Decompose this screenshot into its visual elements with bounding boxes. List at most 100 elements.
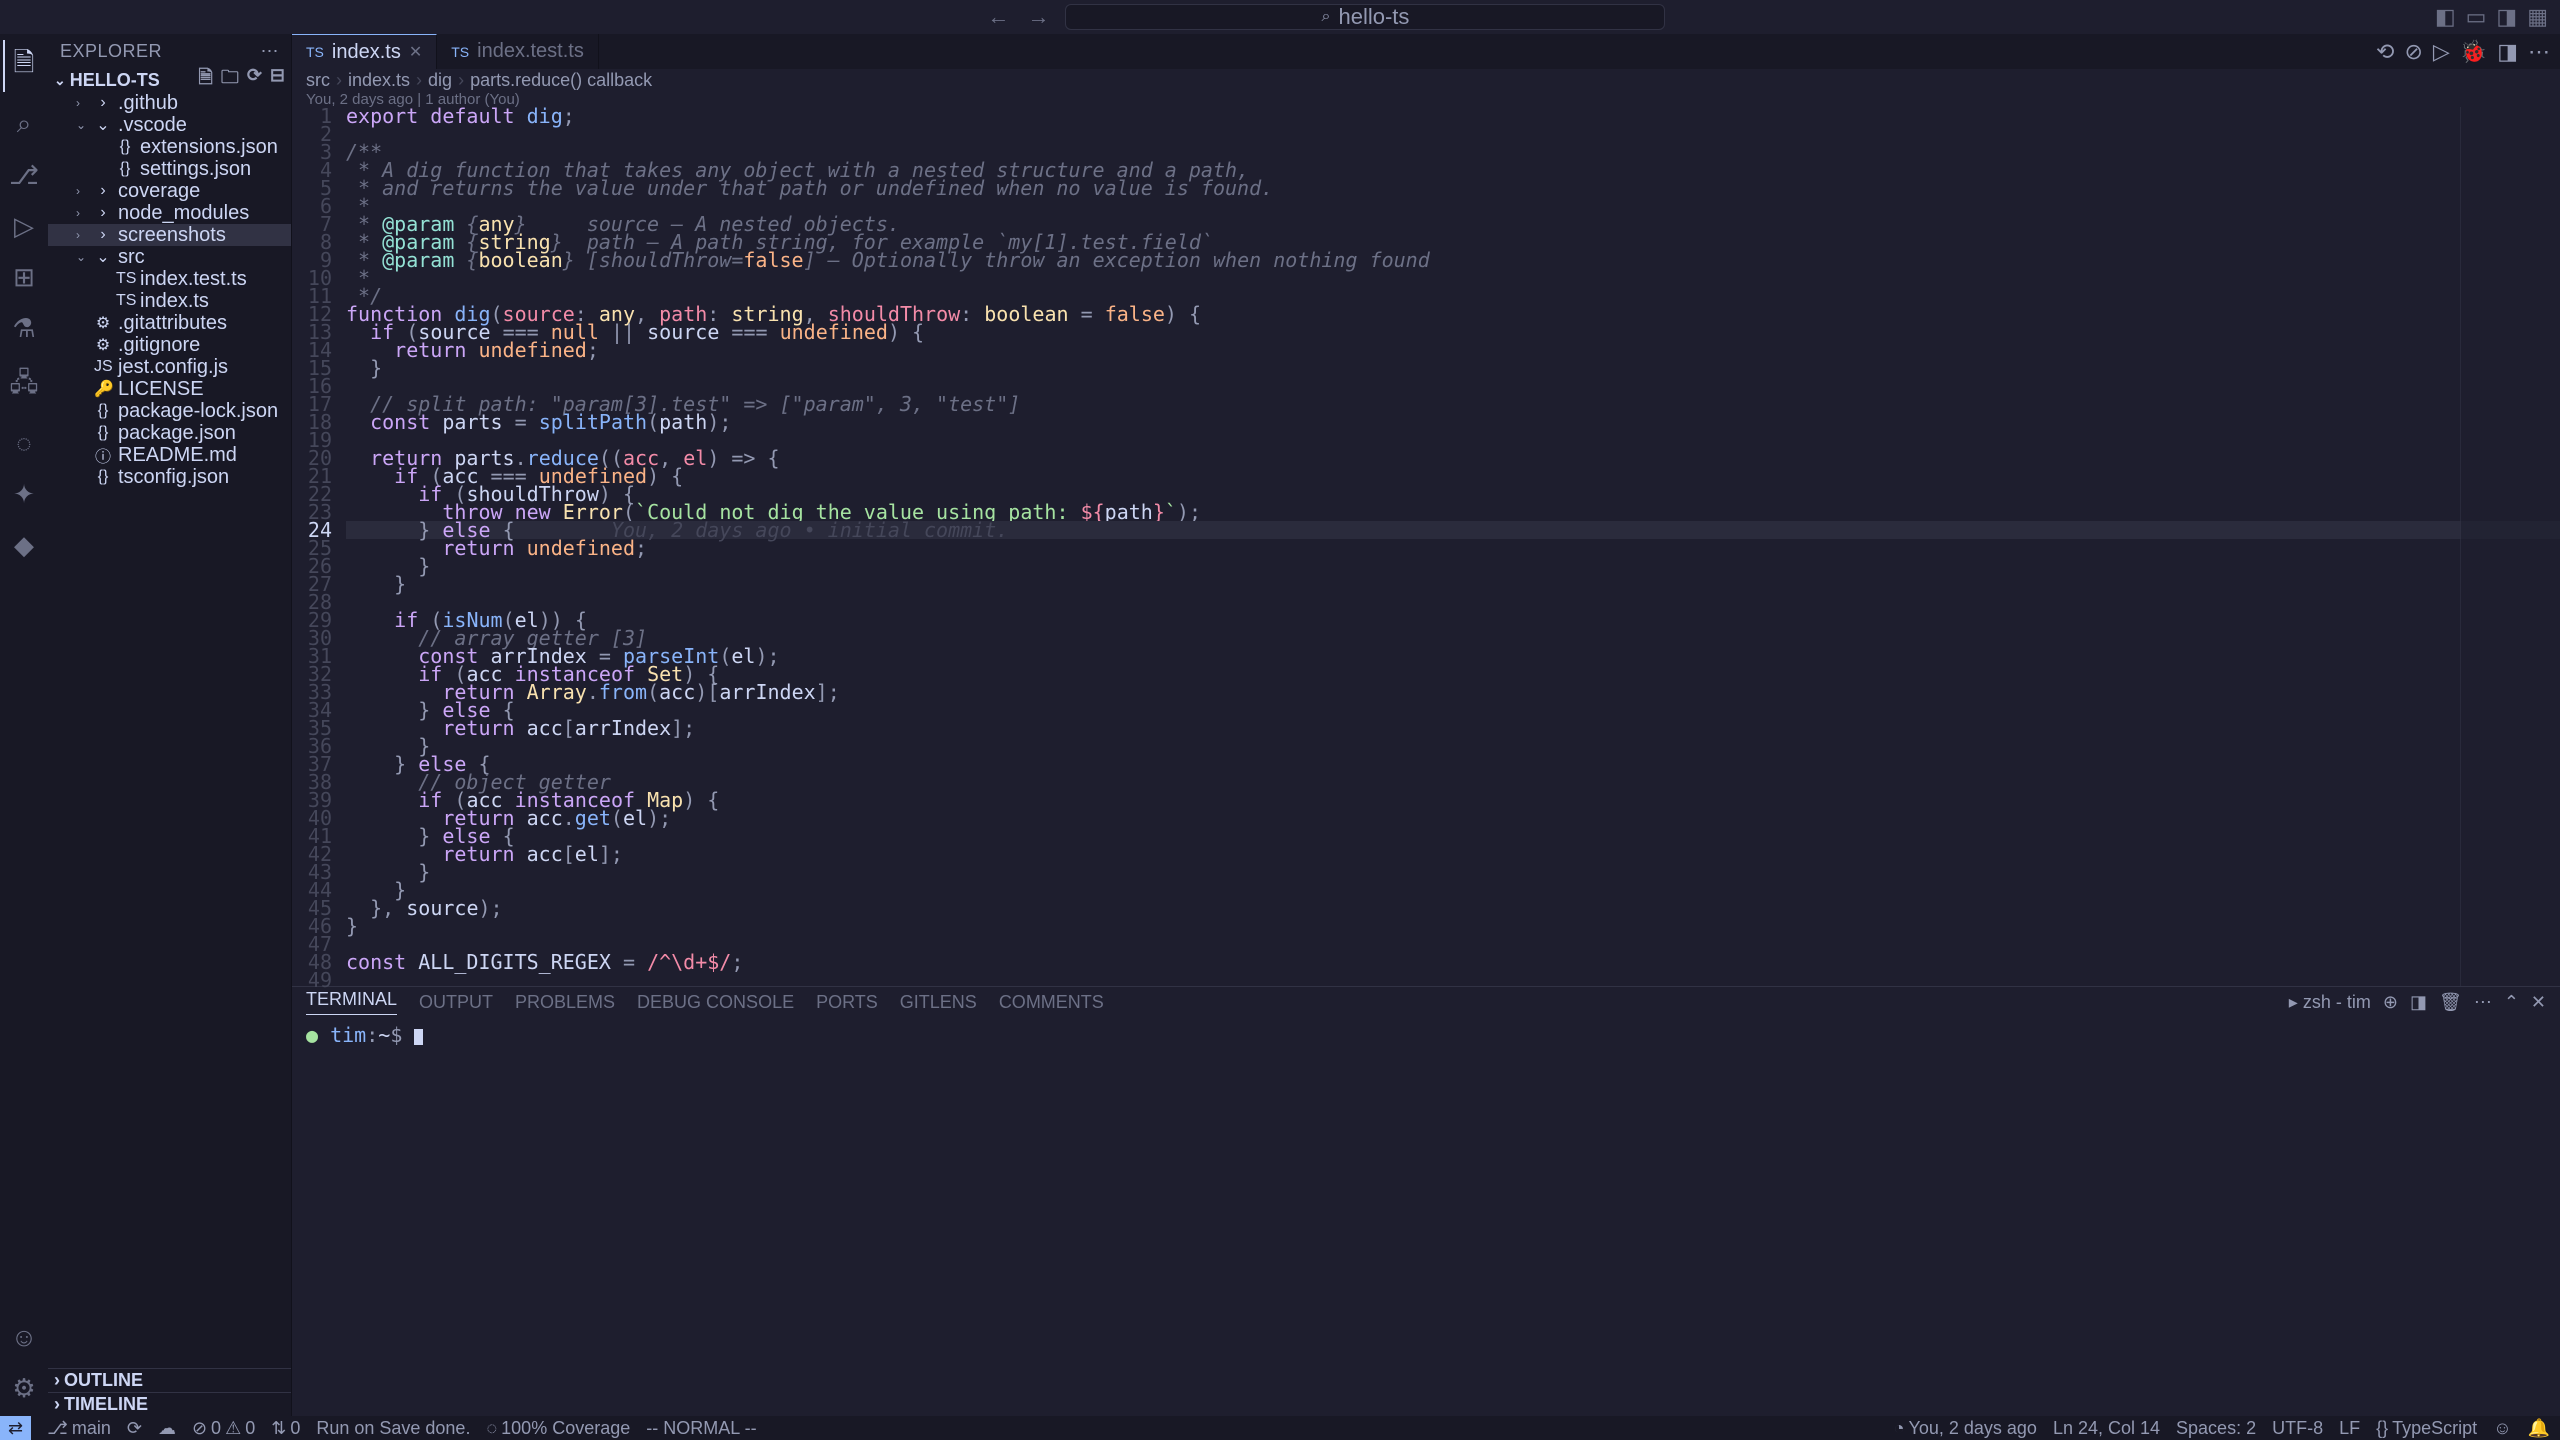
compare-icon[interactable]: ⟲: [2376, 39, 2394, 65]
code-line[interactable]: * and returns the value under that path …: [346, 179, 2560, 197]
tree-item-settings-json[interactable]: {}settings.json: [48, 158, 291, 180]
code-line[interactable]: if (source === null || source === undefi…: [346, 323, 2560, 341]
code-line[interactable]: }, source);: [346, 899, 2560, 917]
panel-tab-output[interactable]: OUTPUT: [419, 992, 493, 1013]
extensions-icon[interactable]: ⊞: [13, 262, 35, 293]
tree-item--gitignore[interactable]: ⚙.gitignore: [48, 334, 291, 356]
close-tab-icon[interactable]: ✕: [409, 42, 422, 62]
indentation[interactable]: Spaces: 2: [2176, 1418, 2256, 1439]
code-line[interactable]: } else {: [346, 755, 2560, 773]
code-line[interactable]: }: [346, 863, 2560, 881]
tree-item-screenshots[interactable]: ››screenshots: [48, 224, 291, 246]
nav-back-icon[interactable]: ←: [981, 4, 1015, 29]
code-line[interactable]: }: [346, 575, 2560, 593]
breadcrumb-segment[interactable]: index.ts: [348, 70, 410, 91]
close-panel-icon[interactable]: ✕: [2531, 992, 2546, 1013]
command-center[interactable]: ⌕ hello-ts: [1065, 4, 1665, 30]
tree-item-package-json[interactable]: {}package.json: [48, 422, 291, 444]
code-line[interactable]: [346, 125, 2560, 143]
outline-section[interactable]: › OUTLINE: [48, 1368, 291, 1392]
tree-item-jest-config-js[interactable]: JSjest.config.js: [48, 356, 291, 378]
sync-icon[interactable]: ⟳: [127, 1418, 142, 1439]
maximize-icon[interactable]: ⌃: [2504, 992, 2519, 1013]
code-line[interactable]: [346, 593, 2560, 611]
coverage-status[interactable]: ◌ 100% Coverage: [486, 1418, 630, 1439]
line-blame[interactable]: ◔ You, 2 days ago: [1894, 1418, 2037, 1439]
cursor-position[interactable]: Ln 24, Col 14: [2053, 1418, 2160, 1439]
terminal-shell-label[interactable]: ▸ zsh - tim: [2289, 992, 2371, 1013]
panel-tab-debug-console[interactable]: DEBUG CONSOLE: [637, 992, 794, 1013]
code-line[interactable]: const ALL_DIGITS_REGEX = /^\d+$/;: [346, 953, 2560, 971]
panel-tab-terminal[interactable]: TERMINAL: [306, 989, 397, 1015]
new-file-icon[interactable]: 🗎: [198, 65, 212, 95]
code-line[interactable]: export default dig;: [346, 107, 2560, 125]
nav-forward-icon[interactable]: →: [1021, 4, 1055, 29]
remote-explorer-icon[interactable]: 🖧: [10, 364, 39, 408]
new-terminal-icon[interactable]: ⊕: [2383, 992, 2398, 1013]
toggle-primary-sidebar-icon[interactable]: ◧: [2435, 4, 2456, 30]
code-line[interactable]: 💡 } else { You, 2 days ago • initial com…: [346, 521, 2560, 539]
run-debug-icon[interactable]: ▷: [14, 211, 34, 242]
code-editor[interactable]: 1234567891011121314151617181920212223242…: [292, 107, 2560, 986]
collapse-all-icon[interactable]: ⊟: [270, 65, 285, 95]
github-icon[interactable]: ◌: [16, 428, 31, 459]
panel-tab-comments[interactable]: COMMENTS: [999, 992, 1104, 1013]
tree-item-extensions-json[interactable]: {}extensions.json: [48, 136, 291, 158]
project-header[interactable]: ⌄ HELLO-TS 🗎 🗀 ⟳ ⊟: [48, 68, 291, 92]
breadcrumb-segment[interactable]: src: [306, 70, 330, 91]
encoding[interactable]: UTF-8: [2272, 1418, 2323, 1439]
tree-item-package-lock-json[interactable]: {}package-lock.json: [48, 400, 291, 422]
gitlens-icon[interactable]: ✦: [13, 479, 35, 510]
tree-item-readme-md[interactable]: ⓘREADME.md: [48, 444, 291, 466]
new-folder-icon[interactable]: 🗀: [221, 65, 239, 95]
code-line[interactable]: return acc[arrIndex];: [346, 719, 2560, 737]
run-icon[interactable]: ▷: [2433, 39, 2450, 65]
code-line[interactable]: }: [346, 917, 2560, 935]
tree-item-node-modules[interactable]: ››node_modules: [48, 202, 291, 224]
source-control-icon[interactable]: ⎇: [9, 160, 39, 191]
breadcrumb[interactable]: src›index.ts›dig›parts.reduce() callback: [292, 69, 2560, 91]
toggle-secondary-sidebar-icon[interactable]: ◨: [2496, 4, 2517, 30]
panel-tab-problems[interactable]: PROBLEMS: [515, 992, 615, 1013]
sidebar-more-icon[interactable]: ⋯: [261, 41, 280, 62]
code-line[interactable]: * @param {boolean} [shouldThrow=false] –…: [346, 251, 2560, 269]
more-icon[interactable]: ⋯: [2474, 992, 2492, 1013]
split-icon[interactable]: ◨: [2497, 39, 2518, 65]
tree-item-license[interactable]: 🔑LICENSE: [48, 378, 291, 400]
search-icon[interactable]: ⌕: [17, 108, 32, 140]
code-line[interactable]: return acc[el];: [346, 845, 2560, 863]
code-line[interactable]: }: [346, 881, 2560, 899]
remote-indicator[interactable]: ⇄: [0, 1416, 31, 1440]
tree-item--gitattributes[interactable]: ⚙.gitattributes: [48, 312, 291, 334]
code-line[interactable]: return Array.from(acc)[arrIndex];: [346, 683, 2560, 701]
kill-terminal-icon[interactable]: 🗑: [2439, 992, 2462, 1013]
tree-item-index-test-ts[interactable]: TSindex.test.ts: [48, 268, 291, 290]
panel-tab-gitlens[interactable]: GITLENS: [900, 992, 977, 1013]
notifications-icon[interactable]: 🔔: [2528, 1418, 2550, 1439]
ports-status[interactable]: ⇅ 0: [271, 1418, 300, 1439]
account-icon[interactable]: ☺: [11, 1322, 38, 1353]
test-icon[interactable]: ⚗: [12, 313, 35, 344]
explorer-icon[interactable]: 🗎: [14, 44, 35, 88]
code-line[interactable]: const parts = splitPath(path);: [346, 413, 2560, 431]
timeline-section[interactable]: › TIMELINE: [48, 1392, 291, 1416]
breadcrumb-segment[interactable]: parts.reduce() callback: [470, 70, 652, 91]
customize-layout-icon[interactable]: ▦: [2527, 4, 2548, 30]
more-icon[interactable]: ⋯: [2528, 39, 2550, 65]
debug-icon[interactable]: 🐞: [2460, 39, 2487, 65]
problems-status[interactable]: ⊘ 0 ⚠ 0: [192, 1418, 255, 1439]
tree-item-tsconfig-json[interactable]: {}tsconfig.json: [48, 466, 291, 488]
code-content[interactable]: export default dig; /** * A dig function…: [346, 107, 2560, 986]
cloud-icon[interactable]: ☁: [158, 1418, 176, 1439]
docker-icon[interactable]: ◆: [14, 530, 34, 561]
settings-gear-icon[interactable]: ⚙: [12, 1373, 35, 1404]
tree-item--vscode[interactable]: ⌄⌄.vscode: [48, 114, 291, 136]
tree-item-src[interactable]: ⌄⌄src: [48, 246, 291, 268]
code-line[interactable]: if (acc instanceof Map) {: [346, 791, 2560, 809]
panel-tab-ports[interactable]: PORTS: [816, 992, 878, 1013]
split-terminal-icon[interactable]: ◨: [2410, 992, 2427, 1013]
tree-item-index-ts[interactable]: TSindex.ts: [48, 290, 291, 312]
run-on-save-status[interactable]: Run on Save done.: [316, 1418, 470, 1439]
feedback-icon[interactable]: ☺: [2493, 1418, 2511, 1439]
tree-item--github[interactable]: ››.github: [48, 92, 291, 114]
